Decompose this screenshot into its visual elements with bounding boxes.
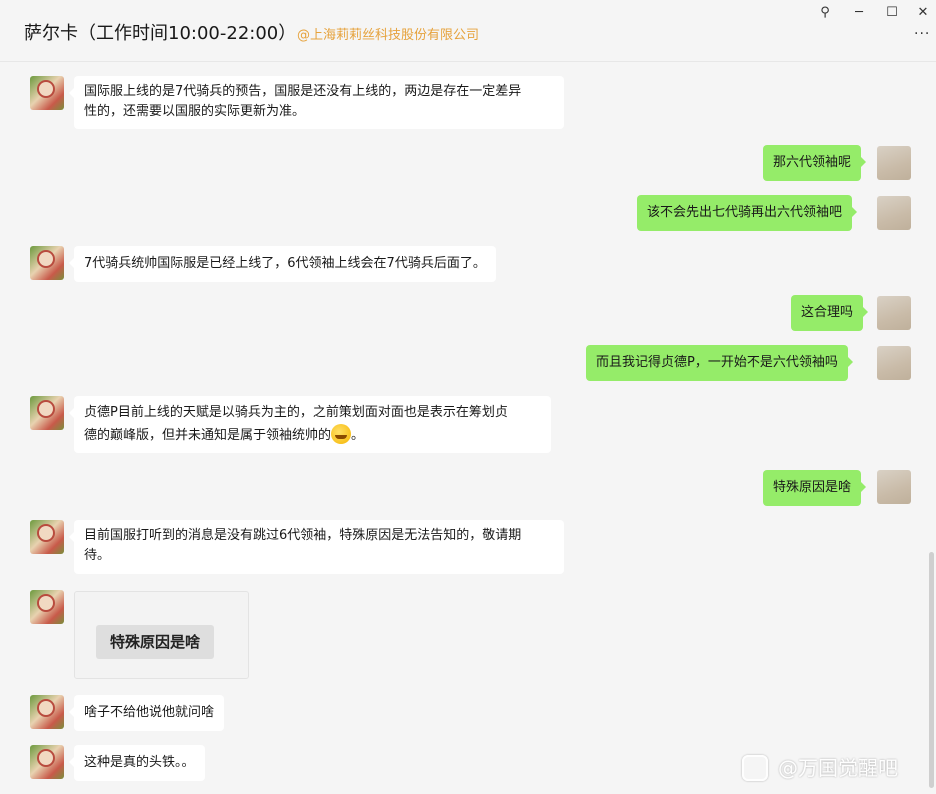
message-bubble[interactable]: 7代骑兵统帅国际服是已经上线了，6代领袖上线会在7代骑兵后面了。 [69, 246, 496, 282]
contact-avatar[interactable] [30, 695, 64, 729]
chat-title: 萨尔卡（工作时间10:00-22:00） [24, 23, 297, 44]
message-text-line: 待。 [84, 548, 111, 563]
minimize-icon[interactable]: ─ [848, 4, 870, 22]
message-text-line: 贞德P目前上线的天赋是以骑兵为主的，之前策划面对面也是表示在筹划贞 [84, 405, 508, 420]
contact-avatar[interactable] [30, 520, 64, 554]
more-options-icon[interactable]: ··· [914, 26, 932, 44]
message-bubble[interactable]: 啥子不给他说他就问啥 [68, 695, 225, 731]
contact-avatar[interactable] [30, 76, 64, 110]
chat-window: 萨尔卡（工作时间10:00-22:00） @上海莉莉丝科技股份有限公司 ⚲ ─ … [0, 0, 936, 794]
message-bubble[interactable]: 该不会先出七代骑再出六代领袖吧 [637, 195, 858, 231]
message-bubble[interactable]: 国际服上线的是7代骑兵的预告，国服是还没有上线的，两边是存在一定差异 性的，还需… [69, 76, 564, 129]
self-avatar[interactable] [877, 296, 911, 330]
message-bubble[interactable]: 贞德P目前上线的天赋是以骑兵为主的，之前策划面对面也是表示在筹划贞 德的巅峰版，… [69, 396, 551, 453]
watermark-logo-icon [742, 755, 768, 781]
message-text: 而且我记得贞德P，一开始不是六代领袖吗 [596, 355, 838, 370]
message-text-line: 性的，还需要以国服的实际更新为准。 [84, 104, 306, 119]
message-text: 特殊原因是啥 [773, 480, 852, 495]
maximize-icon[interactable]: ☐ [881, 4, 903, 22]
message-bubble[interactable]: 而且我记得贞德P，一开始不是六代领袖吗 [586, 345, 853, 381]
message-text: 该不会先出七代骑再出六代领袖吧 [647, 205, 843, 220]
message-text-line: 德的巅峰版，但并未通知是属于领袖统帅的 。 [84, 424, 541, 447]
message-bubble[interactable]: 这合理吗 [791, 295, 869, 331]
self-avatar[interactable] [877, 196, 911, 230]
close-icon[interactable]: ✕ [912, 4, 934, 22]
watermark-text: @万国觉醒吧 [778, 756, 898, 780]
message-text: 啥子不给他说他就问啥 [84, 705, 215, 720]
contact-avatar[interactable] [30, 246, 64, 280]
message-text: 这种是真的头铁。。 [84, 755, 195, 770]
message-text: 7代骑兵统帅国际服是已经上线了，6代领袖上线会在7代骑兵后面了。 [84, 256, 486, 271]
message-text: 那六代领袖呢 [773, 155, 852, 170]
contact-avatar[interactable] [30, 745, 64, 779]
laughing-emoji-icon [331, 424, 352, 444]
message-text: 这合理吗 [801, 305, 854, 320]
scrollbar[interactable] [929, 552, 934, 788]
contact-avatar[interactable] [30, 396, 64, 430]
message-bubble[interactable]: 特殊原因是啥 [763, 470, 867, 506]
image-message[interactable]: 特殊原因是啥 [74, 591, 249, 679]
self-avatar[interactable] [877, 146, 911, 180]
self-avatar[interactable] [877, 470, 911, 504]
message-text-line: 目前国服打听到的消息是没有跳过6代领袖，特殊原因是无法告知的，敬请期 [84, 528, 522, 543]
image-message-text: 特殊原因是啥 [96, 625, 214, 659]
contact-avatar[interactable] [30, 590, 64, 624]
self-avatar[interactable] [877, 346, 911, 380]
pin-icon[interactable]: ⚲ [814, 4, 836, 22]
corp-name[interactable]: @上海莉莉丝科技股份有限公司 [297, 24, 479, 43]
message-bubble[interactable]: 目前国服打听到的消息是没有跳过6代领袖，特殊原因是无法告知的，敬请期 待。 [69, 520, 564, 574]
message-text-line: 国际服上线的是7代骑兵的预告，国服是还没有上线的，两边是存在一定差异 [84, 84, 522, 99]
message-bubble[interactable]: 那六代领袖呢 [763, 145, 867, 181]
message-bubble[interactable]: 这种是真的头铁。。 [69, 745, 205, 781]
message-text: 。 [351, 428, 365, 443]
message-text: 德的巅峰版，但并未通知是属于领袖统帅的 [84, 428, 332, 443]
chat-header: 萨尔卡（工作时间10:00-22:00） @上海莉莉丝科技股份有限公司 ⚲ ─ … [0, 0, 936, 62]
